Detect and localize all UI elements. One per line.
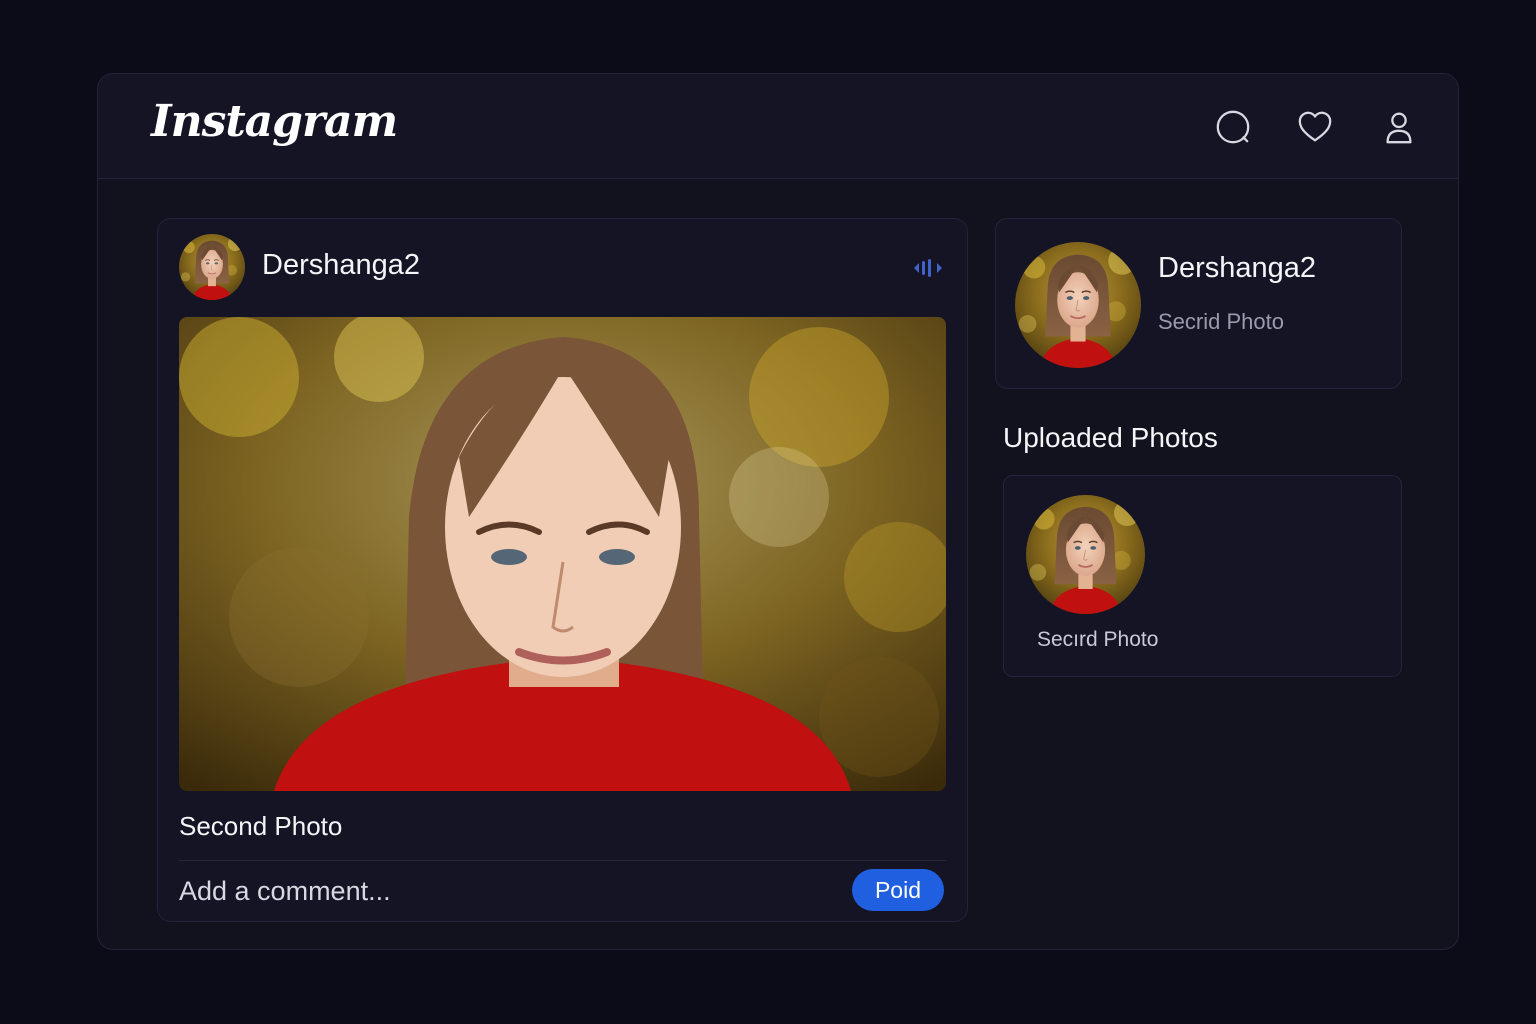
more-options-icon[interactable] [912,257,944,279]
profile-subtitle: Secrid Photo [1158,309,1284,334]
uploaded-photo-thumbnail[interactable] [1026,495,1145,614]
uploaded-photos-heading: Uploaded Photos [1003,422,1218,453]
post-username[interactable]: Dershanga2 [262,249,420,282]
divider [179,860,946,861]
post-photo[interactable] [179,317,946,791]
profile-avatar[interactable] [1015,242,1141,368]
instagram-logo[interactable]: Instagram [151,96,398,147]
top-navigation-bar: Instagram [98,74,1458,179]
uploaded-photos-card: Secırd Photo [1003,475,1402,677]
app-window: Instagram Dershanga2 Second Photo Add a … [97,73,1459,950]
search-icon[interactable] [1213,107,1253,147]
post-card: Dershanga2 Second Photo Add a comment...… [157,218,968,922]
post-comment-button[interactable]: Poid [852,869,944,911]
post-avatar[interactable] [179,234,245,300]
post-caption: Second Photo [179,811,343,841]
profile-card: Dershanga2 Secrid Photo [995,218,1402,389]
comment-input[interactable] [179,871,819,911]
profile-username[interactable]: Dershanga2 [1158,252,1316,285]
uploaded-photo-label: Secırd Photo [1037,628,1159,651]
heart-icon[interactable] [1295,107,1335,147]
profile-icon[interactable] [1379,107,1419,147]
